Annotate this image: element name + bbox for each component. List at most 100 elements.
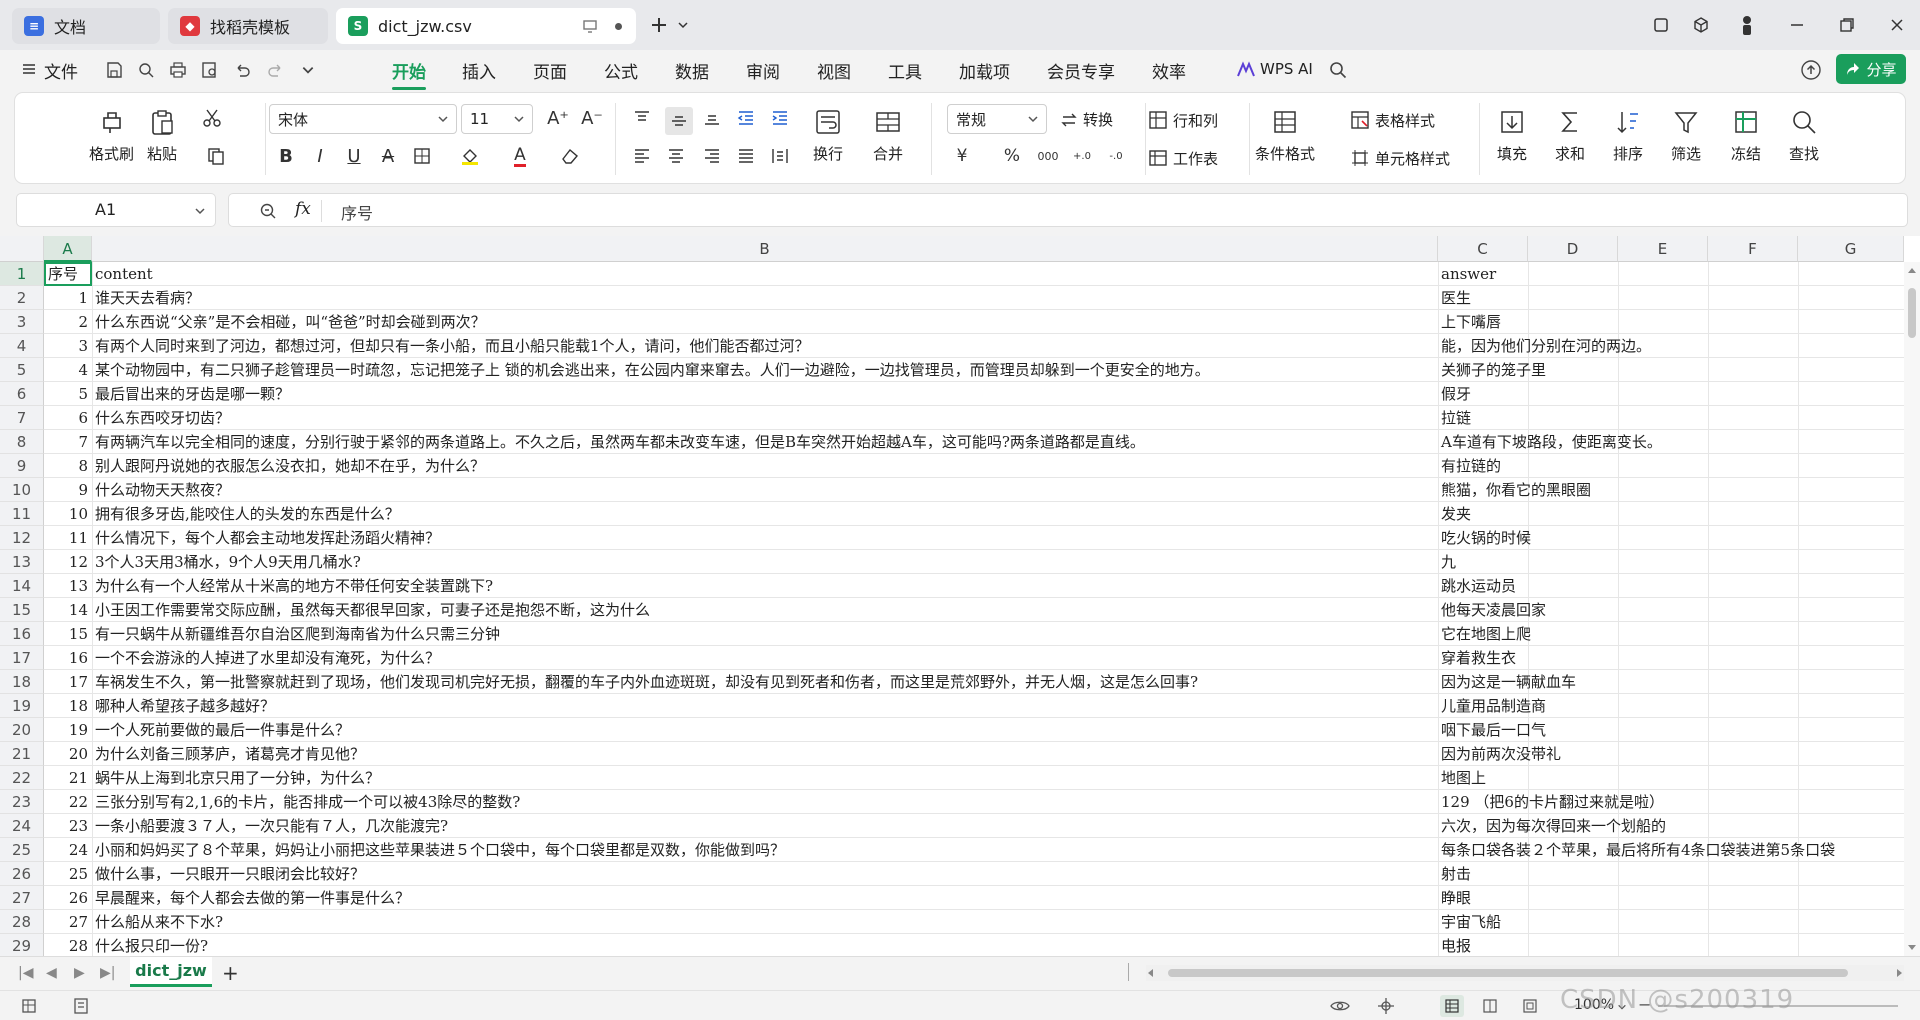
cell-a[interactable]: 18 xyxy=(44,694,92,718)
align-bottom-icon[interactable] xyxy=(701,107,723,129)
cell-b[interactable]: 哪种人希望孩子越多越好？ xyxy=(93,694,1438,718)
wps-ai-button[interactable]: WPS AI xyxy=(1260,60,1313,78)
decrease-font-icon[interactable]: A⁻ xyxy=(581,107,603,129)
cell-a[interactable]: 3 xyxy=(44,334,92,358)
cell-c[interactable]: 能，因为他们分别在河的两边。 xyxy=(1439,334,1904,358)
tab-formula[interactable]: 公式 xyxy=(604,58,638,83)
increase-indent-icon[interactable] xyxy=(769,107,791,129)
row-header[interactable]: 9 xyxy=(0,454,44,478)
row-header[interactable]: 24 xyxy=(0,814,44,838)
cell-a[interactable]: 20 xyxy=(44,742,92,766)
cell-a[interactable]: 24 xyxy=(44,838,92,862)
increase-font-icon[interactable]: A⁺ xyxy=(547,107,569,129)
vertical-scrollbar[interactable] xyxy=(1904,262,1920,956)
row-header[interactable]: 4 xyxy=(0,334,44,358)
freeze-button[interactable]: 冻结 xyxy=(1731,107,1761,164)
row-header[interactable]: 6 xyxy=(0,382,44,406)
cell-b[interactable]: 什么东西咬牙切齿？ xyxy=(93,406,1438,430)
print-preview-icon[interactable] xyxy=(200,60,220,80)
row-header[interactable]: 29 xyxy=(0,934,44,956)
cell-b[interactable]: 有两个人同时来到了河边，都想过河，但却只有一条小船，而且小船只能载1个人，请问，… xyxy=(93,334,1438,358)
row-header[interactable]: 27 xyxy=(0,886,44,910)
cell-c[interactable]: 医生 xyxy=(1439,286,1904,310)
window-tab-templates[interactable]: ◆ 找稻壳模板 xyxy=(168,8,328,44)
undo-icon[interactable] xyxy=(232,60,252,80)
minimize-icon[interactable] xyxy=(1786,14,1808,36)
document-icon[interactable] xyxy=(72,997,90,1015)
tab-efficiency[interactable]: 效率 xyxy=(1152,58,1186,83)
tab-tools[interactable]: 工具 xyxy=(888,58,922,83)
cell-c[interactable]: 六次，因为每次得回来一个划船的 xyxy=(1439,814,1904,838)
cloud-upload-icon[interactable] xyxy=(1799,58,1823,82)
row-header[interactable]: 2 xyxy=(0,286,44,310)
distribute-icon[interactable] xyxy=(769,145,791,167)
cell-a[interactable]: 26 xyxy=(44,886,92,910)
bold-icon[interactable]: B xyxy=(275,145,297,167)
cell-c[interactable]: 它在地图上爬 xyxy=(1439,622,1904,646)
horizontal-scrollbar[interactable] xyxy=(1146,965,1904,981)
number-format-select[interactable]: 常规 xyxy=(947,104,1047,134)
sort-button[interactable]: 排序 xyxy=(1613,107,1643,164)
sheet-tab[interactable]: dict_jzw xyxy=(130,957,212,987)
cell-b[interactable]: 有两辆汽车以完全相同的速度，分别行驶于紧邻的两条道路上。不久之后，虽然两车都未改… xyxy=(93,430,1438,454)
cell-a[interactable]: 21 xyxy=(44,766,92,790)
align-middle-icon[interactable] xyxy=(665,107,693,135)
redo-icon[interactable] xyxy=(266,60,286,80)
cell-a[interactable]: 2 xyxy=(44,310,92,334)
row-header[interactable]: 20 xyxy=(0,718,44,742)
cell-a[interactable]: 序号 xyxy=(44,262,92,286)
cell-a[interactable]: 13 xyxy=(44,574,92,598)
fx-icon[interactable]: fx xyxy=(295,199,311,219)
monitor-icon[interactable] xyxy=(582,18,598,34)
cell-c[interactable]: 跳水运动员 xyxy=(1439,574,1904,598)
cell-a[interactable]: 10 xyxy=(44,502,92,526)
crosshair-icon[interactable] xyxy=(1376,997,1396,1015)
wrap-text-button[interactable]: 换行 xyxy=(813,107,843,164)
normal-view-icon[interactable] xyxy=(1440,995,1464,1017)
row-header[interactable]: 17 xyxy=(0,646,44,670)
cell-a[interactable]: 22 xyxy=(44,790,92,814)
strikethrough-icon[interactable]: A xyxy=(377,145,399,167)
cell-c[interactable]: 穿着救生衣 xyxy=(1439,646,1904,670)
zoom-icon[interactable] xyxy=(259,202,277,220)
cell-c[interactable]: 宇宙飞船 xyxy=(1439,910,1904,934)
eye-icon[interactable] xyxy=(1330,997,1350,1015)
window-layout-icon[interactable] xyxy=(1650,14,1672,36)
column-header[interactable]: E xyxy=(1618,236,1708,262)
cell-a[interactable]: 8 xyxy=(44,454,92,478)
share-button[interactable]: 分享 xyxy=(1836,54,1906,84)
row-header[interactable]: 8 xyxy=(0,430,44,454)
column-header[interactable]: D xyxy=(1528,236,1618,262)
scroll-left-icon[interactable] xyxy=(1148,969,1153,977)
convert-button[interactable]: 转换 xyxy=(1059,109,1113,130)
cell-a[interactable]: 14 xyxy=(44,598,92,622)
select-all-corner[interactable] xyxy=(0,236,44,262)
conditional-format-button[interactable]: 条件格式 xyxy=(1255,107,1315,164)
row-header[interactable]: 12 xyxy=(0,526,44,550)
tab-insert[interactable]: 插入 xyxy=(462,58,496,83)
merge-button[interactable]: 合并 xyxy=(873,107,903,164)
cell-b[interactable]: 小丽和妈妈买了８个苹果，妈妈让小丽把这些苹果装进５个口袋中，每个口袋里都是双数，… xyxy=(93,838,1438,862)
unsaved-dot-icon[interactable] xyxy=(615,23,622,30)
cell-c[interactable]: 射击 xyxy=(1439,862,1904,886)
cell-a[interactable]: 27 xyxy=(44,910,92,934)
cell-b[interactable]: 什么情况下，每个人都会主动地发挥赴汤蹈火精神？ xyxy=(93,526,1438,550)
row-header[interactable]: 11 xyxy=(0,502,44,526)
cell-a[interactable]: 6 xyxy=(44,406,92,430)
format-painter-button[interactable]: 格式刷 xyxy=(89,107,134,164)
cell-a[interactable]: 12 xyxy=(44,550,92,574)
close-icon[interactable] xyxy=(1886,14,1908,36)
name-box[interactable]: A1 xyxy=(16,193,216,227)
align-left-icon[interactable] xyxy=(631,145,653,167)
tab-home[interactable]: 开始 xyxy=(392,58,426,90)
cell-a[interactable]: 25 xyxy=(44,862,92,886)
row-header[interactable]: 5 xyxy=(0,358,44,382)
formula-input[interactable]: fx 序号 xyxy=(228,193,1908,227)
cell-b[interactable]: 为什么刘备三顾茅庐，诸葛亮才肯见他？ xyxy=(93,742,1438,766)
cell-b[interactable]: 某个动物园中，有二只狮子趁管理员一时疏忽，忘记把笼子上 锁的机会逃出来，在公园内… xyxy=(93,358,1438,382)
hamburger-icon[interactable] xyxy=(22,62,36,76)
wps-ai-icon[interactable] xyxy=(1236,61,1256,79)
cell-a[interactable]: 15 xyxy=(44,622,92,646)
macro-icon[interactable] xyxy=(20,997,38,1015)
cell-b[interactable]: 早晨醒来，每个人都会去做的第一件事是什么？ xyxy=(93,886,1438,910)
